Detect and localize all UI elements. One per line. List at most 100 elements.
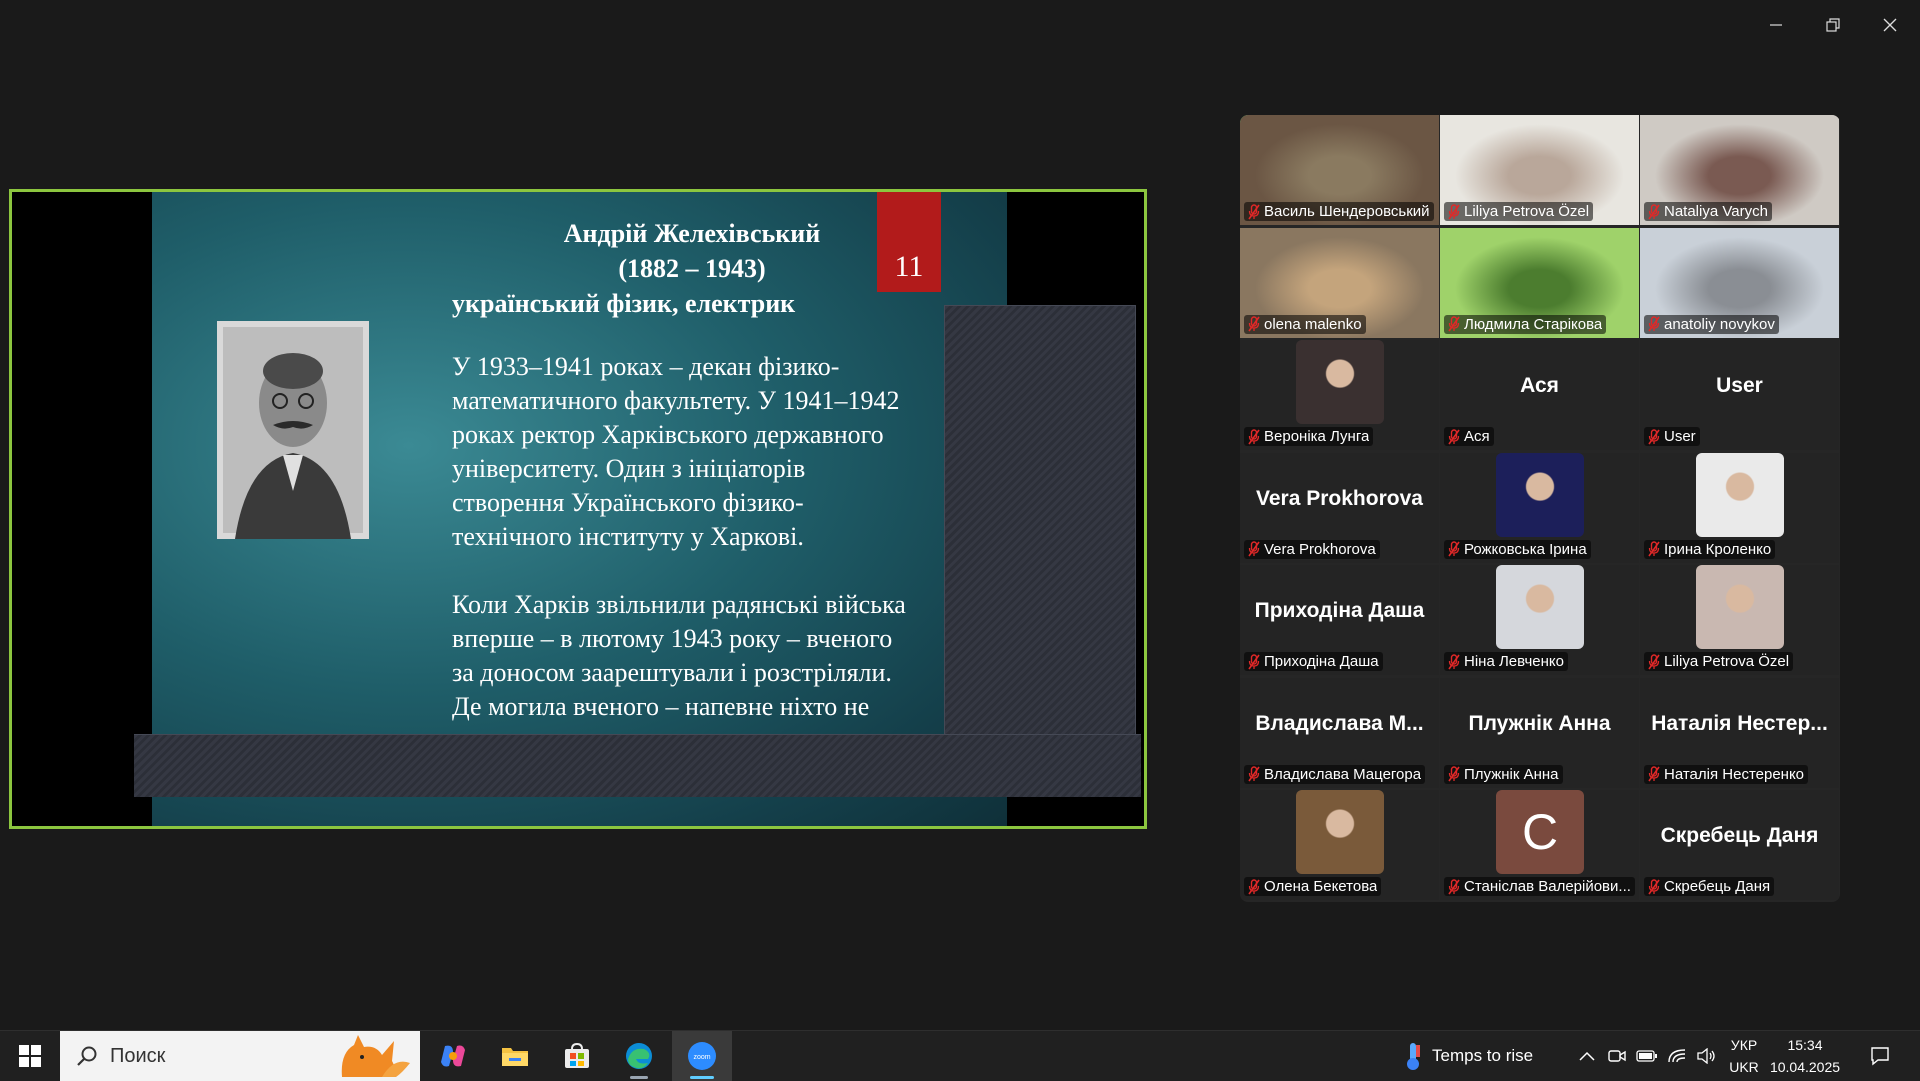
participant-avatar (1296, 340, 1384, 424)
wifi-icon (1668, 1049, 1686, 1063)
muted-mic-icon (1248, 766, 1260, 782)
participant-avatar (1296, 790, 1384, 874)
muted-mic-icon (1448, 428, 1460, 444)
presentation-slide: 11 Андрій Желехівський (1882 – 1943) укр… (152, 192, 1007, 826)
participant-avatar (1696, 565, 1784, 649)
restore-button[interactable] (1805, 10, 1861, 40)
participant-tile[interactable]: olena malenko (1240, 227, 1439, 338)
zoom-app[interactable]: zoom (672, 1031, 732, 1081)
participant-name-display: User (1716, 374, 1763, 397)
participant-name-label: Liliya Petrova Özel (1444, 202, 1594, 221)
participant-tile[interactable]: User User (1640, 340, 1839, 450)
participant-name-label: Рожковська Ірина (1444, 539, 1591, 559)
participant-name-label: Скребець Даня (1644, 877, 1775, 896)
chevron-up-icon (1579, 1051, 1595, 1061)
copilot-icon (441, 1045, 465, 1067)
participant-tile[interactable]: Олена Бекетова (1240, 790, 1439, 900)
participant-name-label: Станіслав Валерійови... (1444, 877, 1635, 896)
participant-tile[interactable]: Наталія Нестер... Наталія Нестеренко (1640, 677, 1839, 788)
clock-time: 15:34 (1787, 1037, 1823, 1053)
participant-tile[interactable]: Плужнік Анна Плужнік Анна (1440, 677, 1639, 788)
participant-tile[interactable]: Рожковська Ірина (1440, 452, 1639, 563)
participant-name-label: Nataliya Varych (1644, 202, 1772, 221)
weather-widget[interactable]: Temps to rise (1404, 1031, 1554, 1081)
participant-name-display: Наталія Нестер... (1651, 711, 1828, 735)
participant-name-label: olena malenko (1244, 314, 1366, 334)
participant-tile[interactable]: Владислава М... Владислава Мацегора (1240, 677, 1439, 788)
shared-screen[interactable]: 11 Андрій Желехівський (1882 – 1943) укр… (9, 189, 1147, 829)
slide-title: Андрій Желехівський (1882 – 1943) україн… (452, 219, 821, 318)
clock[interactable]: 15:34 10.04.2025 (1760, 1034, 1850, 1078)
participant-letter-avatar: C (1496, 790, 1584, 874)
participant-name-display: Vera Prokhorova (1256, 486, 1423, 510)
participant-tile[interactable]: Ніна Левченко (1440, 565, 1639, 675)
taskbar-search[interactable]: Поиск (60, 1031, 420, 1081)
participant-name-display: Скребець Даня (1660, 824, 1819, 847)
folder-icon (502, 1048, 528, 1066)
battery-tray[interactable] (1634, 1031, 1660, 1081)
participant-avatar (1696, 452, 1784, 537)
file-explorer-app[interactable] (492, 1031, 538, 1081)
camera-icon (1608, 1050, 1626, 1062)
participant-name-label: Вероніка Лунга (1244, 427, 1374, 446)
zoom-icon: zoom (688, 1042, 716, 1070)
close-icon (1883, 18, 1897, 32)
participant-tile[interactable]: Людмила Старікова (1440, 227, 1639, 338)
participant-avatar (1496, 565, 1584, 649)
participant-name-label: User (1644, 427, 1700, 446)
participant-name-label: Liliya Petrova Özel (1644, 652, 1794, 671)
participant-tile[interactable]: anatoliy novykov (1640, 227, 1839, 338)
portrait-photo (217, 321, 369, 539)
participant-tile[interactable]: Вероніка Лунга (1240, 340, 1439, 450)
muted-mic-icon (1248, 428, 1260, 444)
participant-gallery: Василь Шендеровський Liliya Petrova Özel N… (1240, 115, 1840, 902)
fox-illustration-icon (341, 1035, 410, 1077)
muted-mic-icon (1248, 541, 1260, 557)
participant-name-label: Владислава Мацегора (1244, 764, 1426, 784)
participant-name-label: Плужнік Анна (1444, 764, 1563, 784)
minimize-button[interactable] (1748, 10, 1804, 40)
overlay-panel-right (944, 305, 1136, 735)
search-placeholder: Поиск (110, 1044, 166, 1067)
volume-tray[interactable] (1694, 1031, 1720, 1081)
participant-tile[interactable]: Василь Шендеровський (1240, 115, 1439, 225)
participant-tile[interactable]: Приходіна Даша Приходіна Даша (1240, 565, 1439, 675)
participant-tile[interactable]: Ірина Кроленко (1640, 452, 1839, 563)
muted-mic-icon (1648, 878, 1660, 894)
participant-name-label: Приходіна Даша (1244, 652, 1383, 671)
muted-mic-icon (1648, 766, 1660, 782)
participant-tile[interactable]: Liliya Petrova Özel (1640, 565, 1839, 675)
speaker-icon (1697, 1048, 1715, 1064)
participant-tile[interactable]: Liliya Petrova Özel (1440, 115, 1639, 225)
slide-number: 11 (877, 192, 941, 292)
store-app[interactable] (554, 1031, 600, 1081)
taskbar: Поиск zoom Temps to rise УКР UKR 15:34 1… (0, 1030, 1920, 1081)
participant-name-label: Vera Prokhorova (1244, 539, 1380, 559)
notifications-button[interactable] (1860, 1031, 1900, 1081)
participant-tile[interactable]: Ася Ася (1440, 340, 1639, 450)
participant-tile[interactable]: Vera Prokhorova Vera Prokhorova (1240, 452, 1439, 563)
minimize-icon (1770, 24, 1782, 26)
copilot-app[interactable] (430, 1031, 476, 1081)
edge-app[interactable] (614, 1031, 664, 1081)
muted-mic-icon (1448, 541, 1460, 557)
meet-now-tray[interactable] (1604, 1031, 1630, 1081)
participant-tile[interactable]: Nataliya Varych (1640, 115, 1839, 225)
muted-mic-icon (1448, 878, 1460, 894)
participant-name-display: Ася (1520, 374, 1559, 397)
muted-mic-icon (1648, 653, 1660, 669)
muted-mic-icon (1448, 653, 1460, 669)
start-button[interactable] (8, 1031, 52, 1081)
muted-mic-icon (1648, 203, 1660, 219)
participant-avatar (1496, 452, 1584, 537)
close-button[interactable] (1862, 10, 1918, 40)
participant-tile[interactable]: Скребець Даня Скребець Даня (1640, 790, 1839, 900)
clock-date: 10.04.2025 (1769, 1059, 1841, 1075)
show-hidden-icons-button[interactable] (1574, 1031, 1600, 1081)
slide-body: У 1933–1941 роках – декан фізико- матема… (452, 352, 906, 721)
input-language[interactable]: УКР UKR (1724, 1034, 1764, 1078)
participant-tile[interactable]: C Станіслав Валерійови... (1440, 790, 1639, 900)
muted-mic-icon (1648, 541, 1660, 557)
muted-mic-icon (1448, 316, 1460, 332)
network-tray[interactable] (1664, 1031, 1690, 1081)
